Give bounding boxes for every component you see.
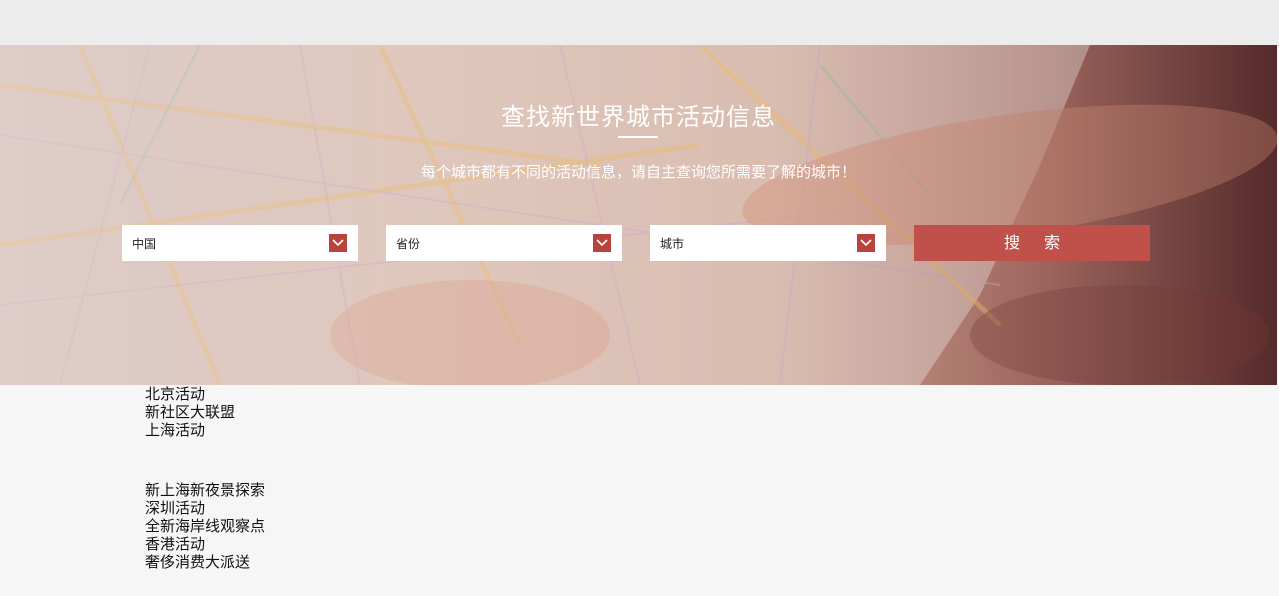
province-select-value: 省份: [396, 237, 421, 251]
hero-subtitle: 每个城市都有不同的活动信息，请自主查询您所需要了解的城市！: [420, 163, 856, 181]
list-item[interactable]: 香港活动: [145, 535, 265, 553]
province-select[interactable]: 省份: [386, 225, 622, 261]
city-select[interactable]: 城市: [650, 225, 886, 261]
hero-banner: 查找新世界城市活动信息 每个城市都有不同的活动信息，请自主查询您所需要了解的城市…: [0, 45, 1277, 385]
chevron-down-icon[interactable]: [593, 234, 611, 252]
list-item[interactable]: 深圳活动: [145, 499, 265, 517]
chevron-down-icon[interactable]: [329, 234, 347, 252]
country-select[interactable]: 中国: [122, 225, 358, 261]
activity-list-group-2: 新上海新夜景探索 深圳活动 全新海岸线观察点 香港活动 奢侈消费大派送: [145, 481, 265, 571]
chevron-down-icon[interactable]: [857, 234, 875, 252]
list-item[interactable]: 新社区大联盟: [145, 403, 235, 421]
map-background-image: [0, 45, 1277, 385]
city-select-value: 城市: [660, 237, 685, 251]
list-item[interactable]: 上海活动: [145, 421, 235, 439]
list-item[interactable]: 奢侈消费大派送: [145, 553, 265, 571]
top-nav-bar: [0, 0, 1279, 46]
list-item[interactable]: 北京活动: [145, 385, 235, 403]
title-divider: [618, 136, 658, 138]
country-select-value: 中国: [132, 237, 157, 251]
hero-title: 查找新世界城市活动信息: [501, 103, 776, 131]
list-item[interactable]: 全新海岸线观察点: [145, 517, 265, 535]
activity-list-group-1: 北京活动 新社区大联盟 上海活动: [145, 385, 235, 439]
search-button[interactable]: 搜索: [914, 225, 1150, 261]
list-item[interactable]: 新上海新夜景探索: [145, 481, 265, 499]
